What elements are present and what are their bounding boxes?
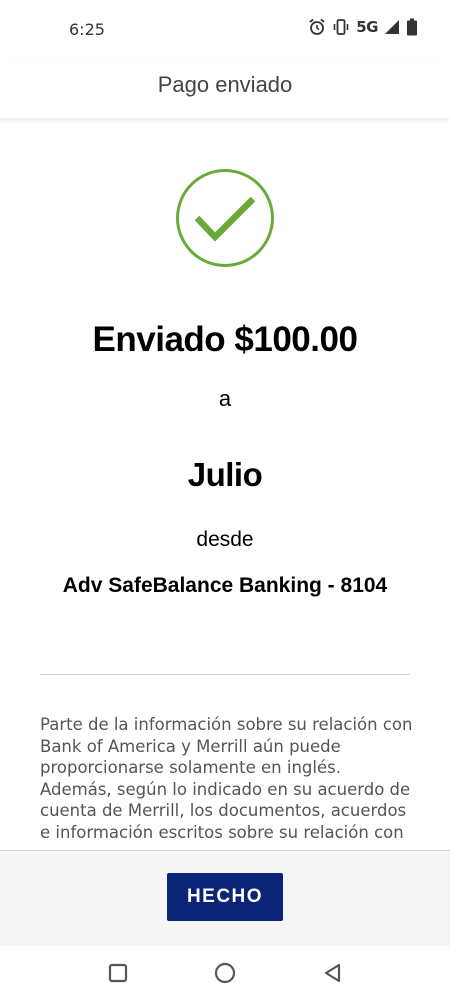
preposition-to: a: [218, 386, 232, 411]
battery-icon: [407, 18, 417, 36]
disclaimer-text: Parte de la información sobre su relació…: [40, 715, 413, 842]
recipient-name: Julio: [187, 456, 263, 493]
done-button[interactable]: HECHO: [167, 873, 283, 921]
recents-square-icon[interactable]: [103, 958, 133, 988]
network-label: 5G: [356, 18, 378, 36]
back-triangle-icon[interactable]: [318, 958, 348, 988]
alarm-icon: [309, 18, 325, 35]
sent-amount: Enviado $100.00: [92, 320, 358, 359]
footer: HECHO: [0, 850, 450, 947]
divider: [40, 674, 410, 675]
status-bar: 6:25 5G: [0, 0, 450, 60]
checkmark-circle-icon: [175, 168, 275, 268]
status-icons: 5G: [308, 18, 418, 36]
source-account: Adv SafeBalance Banking - 8104: [62, 574, 388, 597]
page-title: Pago enviado: [157, 72, 293, 97]
home-circle-icon[interactable]: [210, 958, 240, 988]
signal-icon: [385, 20, 399, 34]
preposition-from: desde: [196, 528, 254, 551]
vibrate-icon: [333, 19, 349, 35]
header: Pago enviado: [0, 60, 450, 118]
confirmation-content: Enviado $100.00 a Julio desde Adv SafeBa…: [0, 118, 450, 850]
system-nav-bar: [0, 946, 450, 1000]
status-time: 6:25: [69, 20, 105, 39]
